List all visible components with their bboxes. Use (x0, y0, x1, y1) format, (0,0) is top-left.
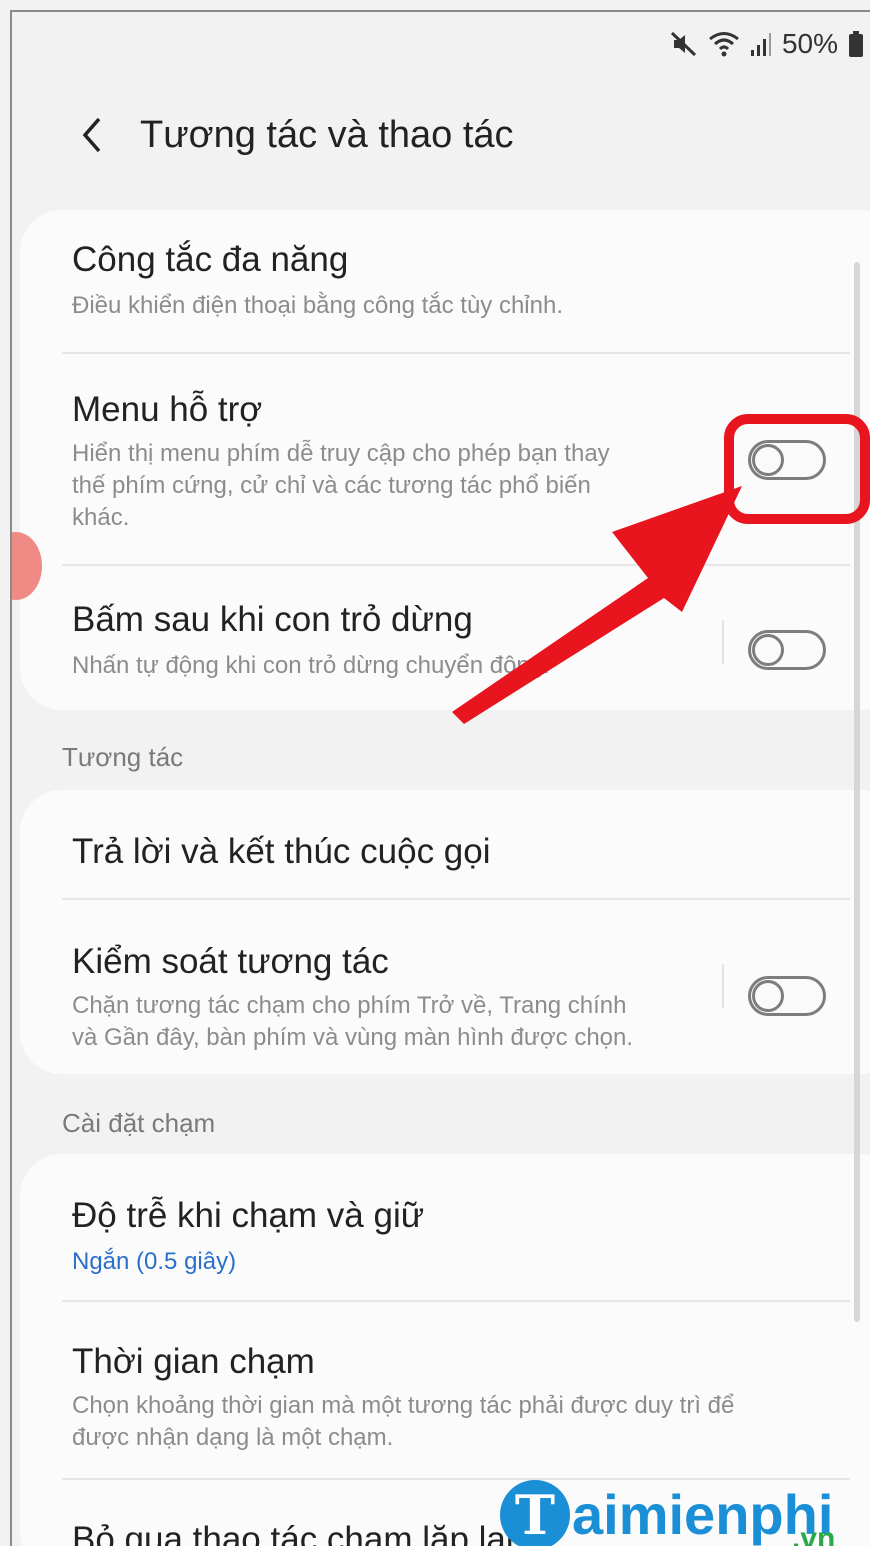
item-value: Ngắn (0.5 giây) (72, 1248, 237, 1275)
item-subtitle: Chặn tương tác chạm cho phím Trở về, Tra… (72, 992, 634, 1051)
list-item-answer-end-calls[interactable]: Trả lời và kết thúc cuộc gọi (20, 832, 870, 872)
list-item-interaction-control[interactable]: Kiểm soát tương tác Chặn tương tác chạm … (20, 942, 870, 1054)
item-title: Thời gian chạm (72, 1342, 315, 1381)
settings-card-interaction: Trả lời và kết thúc cuộc gọi Kiểm soát t… (20, 790, 870, 1074)
list-item-touch-and-hold-delay[interactable]: Độ trễ khi chạm và giữ Ngắn (0.5 giây) (20, 1196, 870, 1278)
divider (62, 1300, 850, 1302)
item-title: Độ trễ khi chạm và giữ (72, 1196, 425, 1235)
item-title: Trả lời và kết thúc cuộc gọi (72, 832, 491, 871)
watermark: T aimienphi .vn (500, 1460, 836, 1546)
section-header-touch-settings: Cài đặt chạm (62, 1108, 216, 1138)
interaction-control-toggle[interactable] (748, 976, 826, 1016)
toggle-separator (722, 964, 724, 1008)
list-item-tap-duration[interactable]: Thời gian chạm Chọn khoảng thời gian mà … (20, 1342, 870, 1454)
item-title: Kiểm soát tương tác (72, 942, 389, 981)
watermark-logo: T (500, 1480, 570, 1546)
phone-screen: 50% Tương tác và thao tác Công tắc đa nă… (10, 10, 870, 1546)
item-subtitle: Chọn khoảng thời gian mà một tương tác p… (72, 1392, 735, 1451)
annotation-arrow (452, 486, 742, 724)
watermark-suffix: .vn (792, 1522, 836, 1546)
divider (62, 898, 850, 900)
